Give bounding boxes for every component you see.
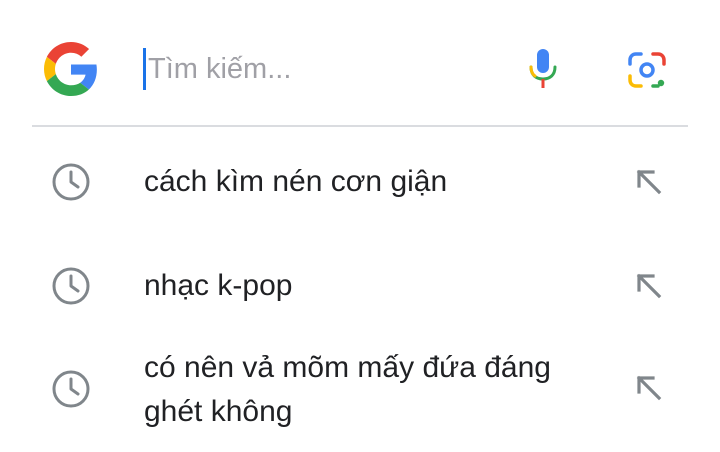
arrow-up-left-icon[interactable] bbox=[633, 372, 665, 404]
suggestion-text: cách kìm nén cơn giận bbox=[144, 165, 448, 198]
suggestion-item[interactable]: nhạc k-pop bbox=[0, 254, 720, 318]
divider bbox=[32, 125, 688, 127]
google-g-icon[interactable] bbox=[44, 42, 98, 96]
search-page: cách kìm nén cơn giận nhạc k-pop có nên … bbox=[0, 0, 720, 452]
search-input[interactable] bbox=[148, 46, 488, 92]
suggestion-item[interactable]: cách kìm nén cơn giận bbox=[0, 150, 720, 214]
clock-icon bbox=[52, 370, 90, 408]
suggestion-text: có nên vả mõm mấy đứa đáng ghét không bbox=[144, 351, 551, 428]
camera-lens-icon[interactable] bbox=[626, 50, 668, 90]
clock-icon bbox=[52, 163, 90, 201]
text-cursor bbox=[143, 48, 146, 90]
arrow-up-left-icon[interactable] bbox=[633, 166, 665, 198]
suggestion-item[interactable]: có nên vả mõm mấy đứa đáng ghét không bbox=[0, 342, 720, 438]
search-bar bbox=[0, 0, 720, 126]
clock-icon bbox=[52, 267, 90, 305]
suggestion-text: nhạc k-pop bbox=[144, 269, 293, 302]
microphone-icon[interactable] bbox=[526, 47, 560, 91]
arrow-up-left-icon[interactable] bbox=[633, 270, 665, 302]
